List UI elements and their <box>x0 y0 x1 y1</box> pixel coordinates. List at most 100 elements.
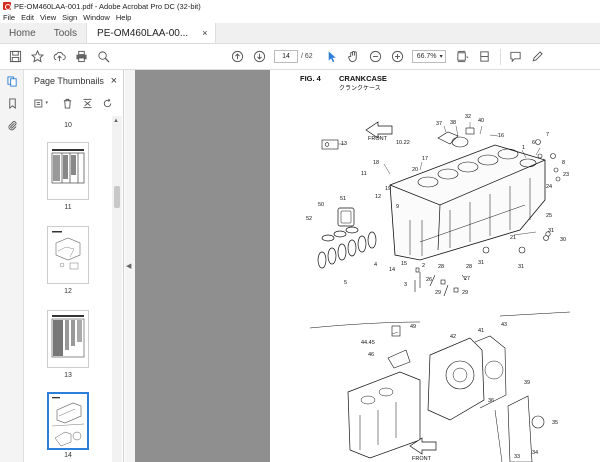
fit-page-icon[interactable] <box>452 46 474 68</box>
front-label-top: FRONT <box>368 136 387 142</box>
select-cursor-icon[interactable] <box>321 46 343 68</box>
callout: 21 <box>510 235 517 241</box>
scroll-up-arrow-icon[interactable]: ▲ <box>113 118 119 124</box>
panel-close-icon[interactable]: × <box>111 75 117 87</box>
page-thumbnails-icon[interactable] <box>0 70 24 92</box>
delete-page-icon[interactable] <box>60 96 74 110</box>
rotate-page-icon[interactable] <box>100 96 114 110</box>
page-total: / 62 <box>301 53 313 60</box>
callout: 37 <box>436 121 443 127</box>
thumbnail-list: 10 11 12 13 14 <box>24 116 112 462</box>
bookmarks-icon[interactable] <box>0 92 24 114</box>
callout: 30 <box>560 237 567 243</box>
page-number-input[interactable]: 14 <box>274 50 298 63</box>
menu-sign[interactable]: Sign <box>62 13 77 22</box>
thumbnail-label-13: 13 <box>64 372 72 379</box>
menu-window[interactable]: Window <box>83 13 110 22</box>
acrobat-app-icon <box>3 2 11 10</box>
save-icon[interactable] <box>4 46 26 68</box>
callout: 41 <box>478 328 485 334</box>
collapse-panel-arrow-icon[interactable]: ◀ <box>126 262 131 270</box>
print-icon[interactable] <box>70 46 92 68</box>
callout: 1 <box>522 145 526 151</box>
panel-toolbar: ▾ <box>24 92 123 114</box>
callout: 31 <box>548 228 555 234</box>
callout: 4 <box>374 262 378 268</box>
thumbnail-page-13[interactable] <box>47 310 89 368</box>
callout: 35 <box>552 420 559 426</box>
page-thumbnails-panel: Page Thumbnails × ▾ 10 11 12 13 14 ▲ <box>24 70 124 462</box>
zoom-level-value: 66.7% <box>416 53 437 60</box>
callout: 34 <box>532 450 539 456</box>
thumbnail-label-12: 12 <box>64 288 72 295</box>
callout: 50 <box>318 202 325 208</box>
callout: 24 <box>546 184 553 190</box>
callout: 46 <box>368 352 375 358</box>
callout: 12 <box>375 194 382 200</box>
front-label-bottom: FRONT <box>412 456 431 462</box>
callout: 20 <box>412 167 419 173</box>
thumbnail-scrollbar[interactable]: ▲ <box>112 116 122 462</box>
window-title: PE-OM460LAA-001.pdf - Adobe Acrobat Pro … <box>14 1 201 11</box>
callout: 38 <box>450 120 457 126</box>
callout: 17 <box>422 156 429 162</box>
zoom-in-icon[interactable] <box>387 46 409 68</box>
callout: 25 <box>546 213 553 219</box>
callout: 19 <box>385 186 392 192</box>
callout: 16 <box>498 133 505 139</box>
comment-icon[interactable] <box>505 46 527 68</box>
page-up-icon[interactable] <box>226 46 248 68</box>
zoom-out-icon[interactable] <box>365 46 387 68</box>
menu-file[interactable]: File <box>3 13 15 22</box>
bookmark-star-icon[interactable] <box>26 46 48 68</box>
tab-home[interactable]: Home <box>0 23 45 43</box>
callout: 43 <box>501 322 508 328</box>
thumbnail-label-11: 11 <box>64 204 72 211</box>
menu-bar: File Edit View Sign Window Help <box>0 12 600 23</box>
callout: 29 <box>435 290 442 296</box>
scrollbar-thumb[interactable] <box>114 186 120 208</box>
options-menu-icon[interactable]: ▾ <box>34 96 48 110</box>
document-viewport: FIG. 4 CRANKCASE クランクケース FRONT FRONT 37 … <box>125 70 600 462</box>
zoom-level-select[interactable]: 66.7% ▾ <box>411 50 446 63</box>
callout: 31 <box>518 264 525 270</box>
callout: 29 <box>462 290 469 296</box>
menu-view[interactable]: View <box>40 13 56 22</box>
callout: 11 <box>361 171 367 177</box>
zoom-search-icon[interactable] <box>92 46 114 68</box>
callout: 32 <box>465 114 472 120</box>
pen-icon[interactable] <box>527 46 549 68</box>
callout: 44.45 <box>361 340 375 346</box>
callout: 49 <box>410 324 417 330</box>
callout: 36 <box>488 398 495 404</box>
callout: 2 <box>422 263 426 269</box>
hand-tool-icon[interactable] <box>343 46 365 68</box>
menu-help[interactable]: Help <box>116 13 131 22</box>
callout: 9 <box>396 204 400 210</box>
tab-bar: Home Tools PE-OM460LAA-00... × <box>0 23 600 44</box>
thumbnail-page-14[interactable] <box>47 392 89 450</box>
thumbnail-page-11[interactable] <box>47 142 89 200</box>
panel-header: Page Thumbnails × <box>24 70 123 92</box>
menu-edit[interactable]: Edit <box>21 13 34 22</box>
cloud-upload-icon[interactable] <box>48 46 70 68</box>
window-titlebar: PE-OM460LAA-001.pdf - Adobe Acrobat Pro … <box>0 0 600 12</box>
scroll-mode-icon[interactable] <box>474 46 496 68</box>
callout: 27 <box>464 276 471 282</box>
callout: 42 <box>450 334 457 340</box>
page-down-icon[interactable] <box>248 46 270 68</box>
chevron-down-icon: ▾ <box>439 54 443 60</box>
panel-title: Page Thumbnails <box>34 76 104 86</box>
callout: 40 <box>478 118 485 124</box>
tab-close-icon[interactable]: × <box>202 28 207 38</box>
callout: 14 <box>389 267 396 273</box>
callout: 13 <box>341 141 348 147</box>
callout: 33 <box>514 454 521 460</box>
attachments-icon[interactable] <box>0 114 24 136</box>
callout: 51 <box>340 196 347 202</box>
callout: 18 <box>373 160 380 166</box>
thumbnail-page-12[interactable] <box>47 226 89 284</box>
tab-document[interactable]: PE-OM460LAA-00... × <box>86 23 217 43</box>
insert-page-icon[interactable] <box>80 96 94 110</box>
tab-tools[interactable]: Tools <box>45 23 86 43</box>
